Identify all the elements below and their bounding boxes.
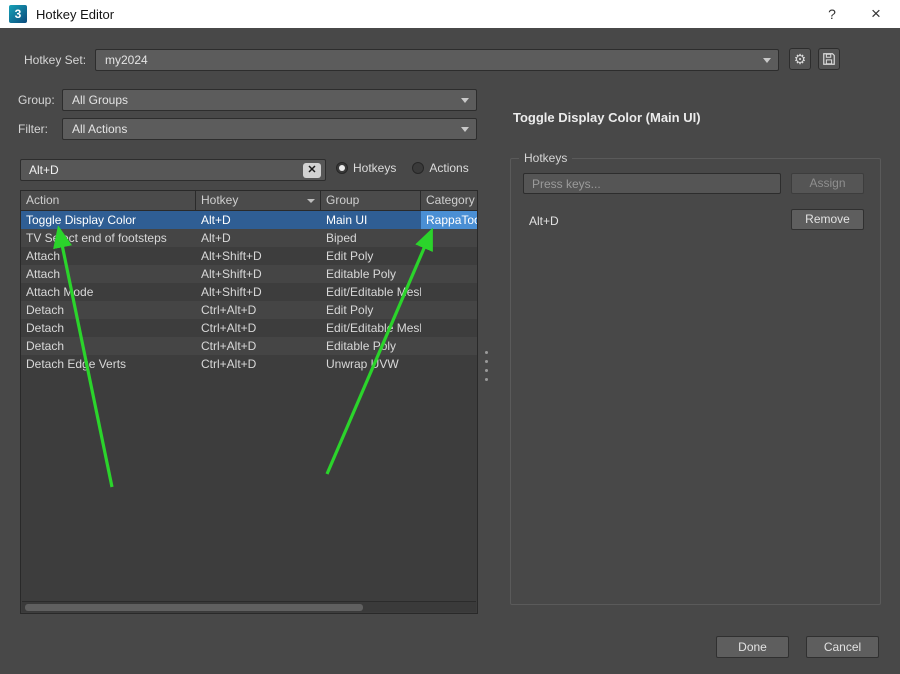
close-button[interactable]: × (856, 0, 896, 28)
scrollbar-thumb[interactable] (25, 604, 363, 611)
cell-group: Unwrap UVW (326, 357, 399, 371)
hotkey-set-value: my2024 (105, 53, 148, 67)
dialog-body: Hotkey Set: my2024 ⚙ Group: All Groups F… (0, 28, 900, 674)
cell-action: TV Select end of footsteps (26, 231, 167, 245)
cell-category (421, 301, 477, 319)
cell-category (421, 229, 477, 247)
cell-category (421, 283, 477, 301)
search-box: ✕ (20, 159, 326, 181)
table-row[interactable]: Detach Ctrl+Alt+D Edit Poly (21, 301, 477, 319)
radio-icon (336, 162, 348, 174)
cancel-button[interactable]: Cancel (806, 636, 879, 658)
cell-group: Editable Poly (326, 267, 397, 281)
hotkey-table: Action Hotkey Group Category Toggle Disp… (20, 190, 478, 614)
hotkey-set-label: Hotkey Set: (24, 53, 87, 67)
table-row[interactable]: Toggle Display Color Alt+D Main UI RappaToo… (21, 211, 477, 229)
cell-category (421, 319, 477, 337)
chevron-down-icon (307, 199, 315, 203)
cell-category (421, 337, 477, 355)
group-dropdown[interactable]: All Groups (62, 89, 477, 111)
cell-action: Detach (26, 339, 65, 353)
cell-hotkey: Alt+Shift+D (201, 285, 262, 299)
cell-group: Biped (326, 231, 357, 245)
cell-hotkey: Alt+Shift+D (201, 249, 262, 263)
hotkey-set-dropdown[interactable]: my2024 (95, 49, 779, 71)
hotkey-table-body: Toggle Display Color Alt+D Main UI RappaToo… (21, 211, 477, 373)
radio-group: Hotkeys Actions (336, 161, 469, 175)
settings-button[interactable]: ⚙ (789, 48, 811, 70)
cell-category (421, 247, 477, 265)
cell-group: Edit Poly (326, 303, 374, 317)
cell-group: Edit Poly (326, 249, 374, 263)
column-header-action[interactable]: Action (21, 191, 196, 210)
cell-action: Detach Edge Verts (26, 357, 127, 371)
table-row[interactable]: Attach Alt+Shift+D Editable Poly (21, 265, 477, 283)
cell-group: Edit/Editable Mesh (326, 321, 421, 335)
column-header-group[interactable]: Group (321, 191, 421, 210)
press-keys-input[interactable] (523, 173, 781, 194)
cell-action: Detach (26, 321, 65, 335)
cell-hotkey: Ctrl+Alt+D (201, 357, 257, 371)
filter-label: Filter: (18, 122, 48, 136)
table-row[interactable]: Detach Ctrl+Alt+D Edit/Editable Mesh (21, 319, 477, 337)
table-row[interactable]: Attach Alt+Shift+D Edit Poly (21, 247, 477, 265)
window-title: Hotkey Editor (36, 6, 115, 22)
assigned-hotkey-value: Alt+D (529, 214, 559, 228)
cell-category: RappaTools (421, 211, 477, 229)
cell-action: Attach (26, 249, 61, 263)
radio-label: Actions (429, 161, 469, 175)
table-row[interactable]: Detach Edge Verts Ctrl+Alt+D Unwrap UVW (21, 355, 477, 373)
cell-hotkey: Ctrl+Alt+D (201, 321, 257, 335)
table-row[interactable]: TV Select end of footsteps Alt+D Biped (21, 229, 477, 247)
clear-search-icon[interactable]: ✕ (303, 163, 321, 178)
cell-action: Attach (26, 267, 61, 281)
cell-action: Toggle Display Color (26, 213, 137, 227)
cell-hotkey: Ctrl+Alt+D (201, 339, 257, 353)
filter-value: All Actions (72, 122, 128, 136)
column-header-hotkey[interactable]: Hotkey (196, 191, 321, 210)
search-input[interactable] (21, 160, 325, 180)
horizontal-scrollbar[interactable] (22, 601, 476, 612)
cell-hotkey: Ctrl+Alt+D (201, 303, 257, 317)
table-row[interactable]: Detach Ctrl+Alt+D Editable Poly (21, 337, 477, 355)
hotkeys-group-label: Hotkeys (519, 151, 573, 165)
gear-icon: ⚙ (793, 50, 807, 67)
help-button[interactable]: ? (812, 0, 852, 28)
cell-category (421, 265, 477, 283)
chevron-down-icon (461, 98, 469, 103)
save-icon (822, 52, 836, 66)
assign-button[interactable]: Assign (791, 173, 864, 194)
column-header-category[interactable]: Category (421, 191, 477, 210)
panel-splitter[interactable] (483, 338, 490, 394)
chevron-down-icon (461, 127, 469, 132)
remove-button[interactable]: Remove (791, 209, 864, 230)
radio-icon (412, 162, 425, 174)
cell-action: Detach (26, 303, 65, 317)
save-hotkey-set-button[interactable] (818, 48, 840, 70)
app-icon: 3 (9, 5, 27, 23)
cell-hotkey: Alt+D (201, 213, 231, 227)
hotkeys-groupbox: Hotkeys Assign Alt+D Remove (510, 151, 881, 605)
cell-hotkey: Alt+D (201, 231, 231, 245)
selected-action-title: Toggle Display Color (Main UI) (513, 110, 701, 125)
radio-label: Hotkeys (353, 161, 397, 175)
titlebar: 3 Hotkey Editor ? × (0, 0, 900, 28)
radio-hotkeys[interactable]: Hotkeys (336, 161, 396, 175)
cell-group: Main UI (326, 213, 368, 227)
table-header: Action Hotkey Group Category (21, 191, 477, 211)
done-button[interactable]: Done (716, 636, 789, 658)
group-value: All Groups (72, 93, 129, 107)
cell-hotkey: Alt+Shift+D (201, 267, 262, 281)
cell-group: Edit/Editable Mesh (326, 285, 421, 299)
cell-action: Attach Mode (26, 285, 94, 299)
filter-dropdown[interactable]: All Actions (62, 118, 477, 140)
chevron-down-icon (763, 58, 771, 63)
group-label: Group: (18, 93, 55, 107)
cell-group: Editable Poly (326, 339, 397, 353)
radio-actions[interactable]: Actions (412, 161, 469, 175)
cell-category (421, 355, 477, 373)
table-row[interactable]: Attach Mode Alt+Shift+D Edit/Editable Mesh (21, 283, 477, 301)
